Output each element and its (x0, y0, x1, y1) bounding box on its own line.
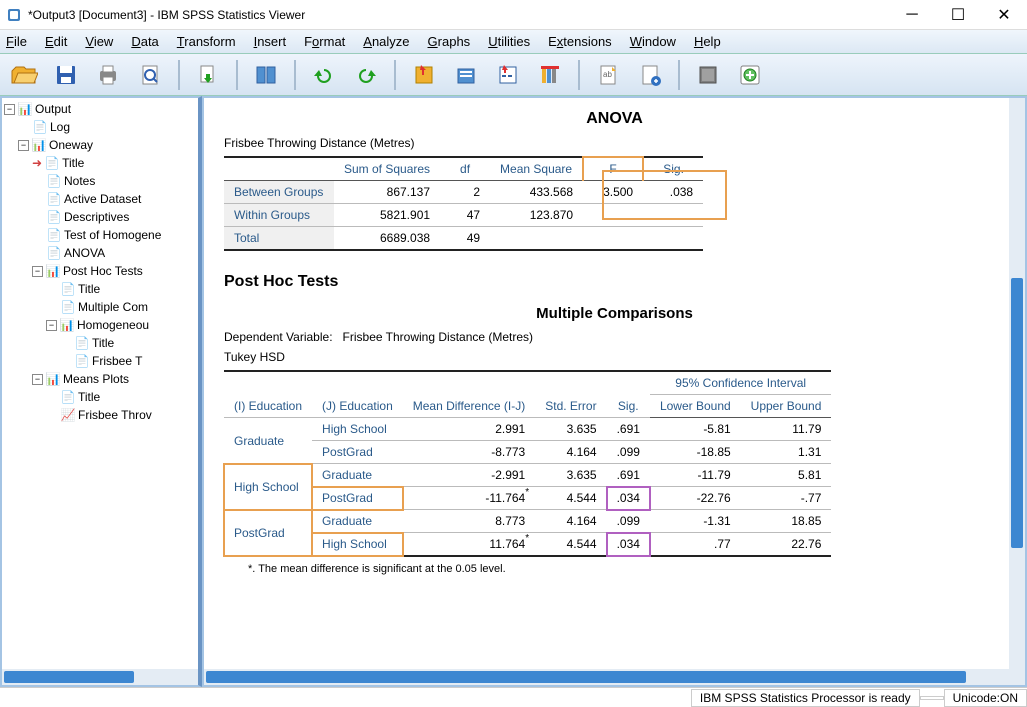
window-title: *Output3 [Document3] - IBM SPSS Statisti… (28, 8, 305, 22)
minimize-button[interactable]: ─ (889, 0, 935, 30)
app-icon (6, 7, 22, 23)
titlebar: *Output3 [Document3] - IBM SPSS Statisti… (0, 0, 1027, 30)
vertical-scrollbar[interactable] (1009, 98, 1025, 669)
menu-utilities[interactable]: Utilities (488, 34, 530, 49)
goto-data-button[interactable] (406, 57, 442, 93)
tree-meansplots[interactable]: −📊Means Plots (4, 370, 196, 388)
multcomp-table[interactable]: (I) Education (J) Education Mean Differe… (224, 370, 831, 557)
menu-help[interactable]: Help (694, 34, 721, 49)
open-button[interactable] (6, 57, 42, 93)
tree-title2[interactable]: 📄Title (4, 280, 196, 298)
menubar: File Edit View Data Transform Insert For… (0, 30, 1027, 54)
depvar-label: Dependent Variable: (224, 330, 333, 344)
anova-dep: Frisbee Throwing Distance (Metres) (224, 136, 1005, 150)
menu-window[interactable]: Window (630, 34, 676, 49)
menu-file[interactable]: File (6, 34, 27, 49)
tree-anova[interactable]: 📄ANOVA (4, 244, 196, 262)
statusbar: IBM SPSS Statistics Processor is ready U… (0, 687, 1027, 707)
tree-frisbee1[interactable]: 📄Frisbee T (4, 352, 196, 370)
tree-frisbeethrow[interactable]: 📈Frisbee Throv (4, 406, 196, 424)
maximize-button[interactable]: ☐ (935, 0, 981, 30)
menu-extensions[interactable]: Extensions (548, 34, 612, 49)
multcomp-title: Multiple Comparisons (224, 305, 1005, 322)
tree-log[interactable]: 📄Log (4, 118, 196, 136)
menu-graphs[interactable]: Graphs (428, 34, 471, 49)
menu-data[interactable]: Data (131, 34, 158, 49)
horizontal-scrollbar[interactable] (204, 669, 1025, 685)
save-button[interactable] (48, 57, 84, 93)
variables-button[interactable] (490, 57, 526, 93)
menu-analyze[interactable]: Analyze (363, 34, 409, 49)
tree-title1[interactable]: ➜📄Title (4, 154, 196, 172)
tree-homogen[interactable]: −📊Homogeneou (4, 316, 196, 334)
insert-title-button[interactable] (632, 57, 668, 93)
tree-posthoc[interactable]: −📊Post Hoc Tests (4, 262, 196, 280)
posthoc-method: Tukey HSD (224, 350, 1005, 364)
preview-button[interactable] (132, 57, 168, 93)
insert-heading-button[interactable]: ab (590, 57, 626, 93)
tree-title3[interactable]: 📄Title (4, 334, 196, 352)
tree-notes[interactable]: 📄Notes (4, 172, 196, 190)
output-content[interactable]: ANOVA Frisbee Throwing Distance (Metres)… (204, 98, 1025, 669)
recall-dialog-button[interactable] (248, 57, 284, 93)
redo-button[interactable] (348, 57, 384, 93)
menu-insert[interactable]: Insert (254, 34, 287, 49)
tree-activeds[interactable]: 📄Active Dataset (4, 190, 196, 208)
undo-button[interactable] (306, 57, 342, 93)
tree-descriptives[interactable]: 📄Descriptives (4, 208, 196, 226)
export-button[interactable] (190, 57, 226, 93)
menu-format[interactable]: Format (304, 34, 345, 49)
toolbar: ab (0, 54, 1027, 96)
menu-view[interactable]: View (85, 34, 113, 49)
status-unicode: Unicode:ON (944, 689, 1027, 707)
print-button[interactable] (90, 57, 126, 93)
tree-output[interactable]: −📊Output (4, 100, 196, 118)
menu-edit[interactable]: Edit (45, 34, 67, 49)
status-processor: IBM SPSS Statistics Processor is ready (691, 689, 920, 707)
tree-title4[interactable]: 📄Title (4, 388, 196, 406)
posthoc-heading: Post Hoc Tests (224, 273, 1005, 291)
outline-panel[interactable]: −📊Output 📄Log −📊Oneway ➜📄Title 📄Notes 📄A… (0, 96, 202, 687)
close-button[interactable]: ✕ (981, 0, 1027, 30)
svg-text:ab: ab (603, 70, 612, 79)
select-cases-button[interactable] (532, 57, 568, 93)
depvar-value: Frisbee Throwing Distance (Metres) (343, 330, 534, 344)
tree-testhom[interactable]: 📄Test of Homogene (4, 226, 196, 244)
menu-transform[interactable]: Transform (177, 34, 236, 49)
output-viewer: ANOVA Frisbee Throwing Distance (Metres)… (202, 96, 1027, 687)
tree-oneway[interactable]: −📊Oneway (4, 136, 196, 154)
anova-table[interactable]: Sum of Squares df Mean Square F Sig. Bet… (224, 156, 703, 251)
hide-button[interactable] (732, 57, 768, 93)
anova-title: ANOVA (224, 110, 1005, 128)
footnote: *. The mean difference is significant at… (224, 563, 1005, 575)
designate-window-button[interactable] (690, 57, 726, 93)
goto-case-button[interactable] (448, 57, 484, 93)
tree-multcomp[interactable]: 📄Multiple Com (4, 298, 196, 316)
